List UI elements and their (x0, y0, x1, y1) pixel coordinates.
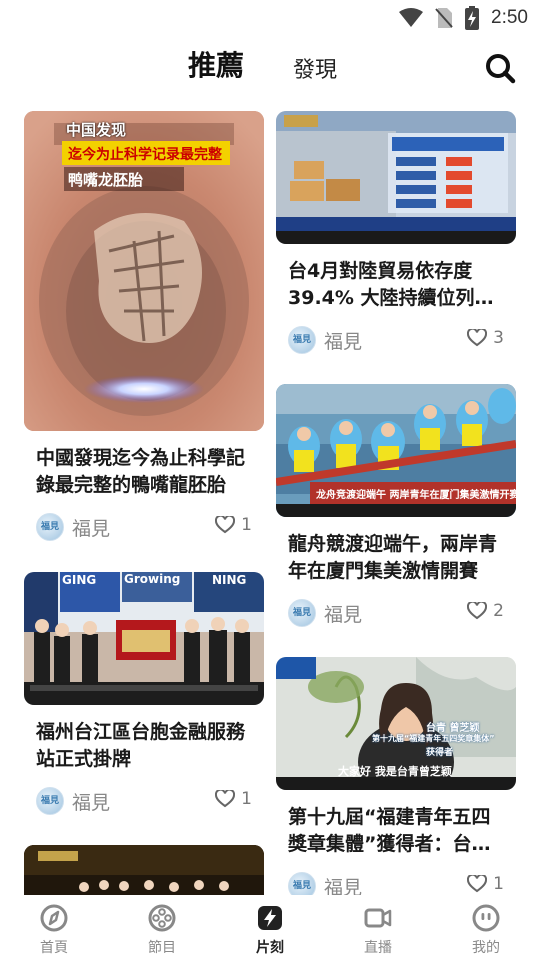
bottom-tab-bar: 首頁 節目 片刻 直播 我的 (0, 895, 540, 960)
video-title[interactable]: 台4月對陸貿易依存度39.4% 大陸持續位列台灣最大出口市場 (276, 258, 516, 312)
tab-label: 首頁 (40, 940, 68, 956)
video-card[interactable] (24, 845, 264, 895)
video-card[interactable]: 台4月對陸貿易依存度39.4% 大陸持續位列台灣最大出口市場 福見 福見 3 (276, 111, 516, 358)
status-icons: 2:50 (399, 6, 528, 30)
tab-discover[interactable]: 發現 (293, 52, 337, 84)
heart-icon (467, 875, 488, 893)
like-count: 3 (493, 328, 504, 348)
author-name[interactable]: 福見 (324, 873, 362, 895)
lightning-icon (258, 906, 282, 930)
top-header: 推薦 發現 (0, 36, 540, 100)
video-camera-icon (364, 908, 392, 928)
tab-moments[interactable]: 片刻 (216, 895, 324, 960)
status-bar: 2:50 (0, 0, 540, 36)
author-avatar[interactable]: 福見 (288, 326, 316, 354)
author-name[interactable]: 福見 (324, 600, 362, 627)
heart-icon (215, 516, 236, 534)
card-meta: 福見 福見 2 (276, 599, 516, 631)
tab-live[interactable]: 直播 (324, 895, 432, 960)
overlay-caption: Growing (124, 572, 181, 586)
heart-icon (467, 329, 488, 347)
author-avatar[interactable]: 福見 (36, 787, 64, 815)
stage-image (24, 845, 264, 895)
tab-profile[interactable]: 我的 (432, 895, 540, 960)
author-avatar[interactable]: 福見 (288, 872, 316, 895)
like-count: 1 (493, 874, 504, 894)
overlay-caption: GING (62, 573, 97, 587)
video-feed[interactable]: 中国发现 迄今为止科学记录最完整 鸭嘴龙胚胎 中國發現迄今為止科學記錄最完整的鴨… (0, 100, 540, 895)
heart-icon (467, 602, 488, 620)
author-name[interactable]: 福見 (72, 788, 110, 815)
author-name[interactable]: 福見 (72, 514, 110, 541)
tab-programs[interactable]: 節目 (108, 895, 216, 960)
overlay-caption: 台青 曾芝颖 (426, 723, 480, 734)
video-title[interactable]: 第十九屆“福建青年五四獎章集體”獲得者：台青曾芝穎 (276, 804, 516, 858)
video-card[interactable]: 台青 曾芝颖 第十九届“福建青年五四奖章集体” 获得者 大家好 我是台青曾芝颖 … (276, 657, 516, 895)
video-title[interactable]: 福州台江區台胞金融服務站正式掛牌 (24, 719, 264, 773)
like-count: 2 (493, 601, 504, 621)
overlay-caption: NING (212, 573, 247, 587)
tab-recommend[interactable]: 推薦 (188, 44, 244, 84)
video-thumbnail[interactable] (276, 111, 516, 244)
video-card[interactable]: 中国发现 迄今为止科学记录最完整 鸭嘴龙胚胎 中國發現迄今為止科學記錄最完整的鴨… (24, 111, 264, 545)
author-avatar[interactable]: 福見 (36, 513, 64, 541)
overlay-caption: 迄今为止科学记录最完整 (68, 147, 222, 163)
like-button[interactable]: 2 (467, 601, 504, 621)
video-title[interactable]: 中國發現迄今為止科學記錄最完整的鴨嘴龍胚胎 (24, 445, 264, 499)
overlay-caption: 第十九届“福建青年五四奖章集体” (372, 734, 495, 743)
card-meta: 福見 福見 1 (276, 872, 516, 895)
no-sim-icon (435, 8, 453, 28)
smiley-face-icon (472, 904, 500, 932)
overlay-caption: 龙舟竞渡迎端午 两岸青年在厦门集美激情开赛 (316, 490, 516, 501)
battery-charging-icon (465, 6, 480, 30)
like-count: 1 (241, 515, 252, 535)
video-thumbnail[interactable]: 龙舟竞渡迎端午 两岸青年在厦门集美激情开赛 (276, 384, 516, 517)
tab-label: 片刻 (256, 940, 284, 956)
like-count: 1 (241, 789, 252, 809)
video-thumbnail[interactable] (24, 845, 264, 895)
tab-label: 直播 (364, 940, 392, 956)
author-name[interactable]: 福見 (324, 327, 362, 354)
overlay-caption: 鸭嘴龙胚胎 (68, 171, 144, 189)
trade-infographic-image (276, 111, 516, 244)
search-button[interactable] (484, 52, 516, 84)
like-button[interactable]: 1 (215, 789, 252, 809)
video-thumbnail[interactable]: GING Growing NING (24, 572, 264, 705)
card-meta: 福見 福見 1 (24, 787, 264, 819)
video-card[interactable]: 龙舟竞渡迎端午 两岸青年在厦门集美激情开赛 龍舟競渡迎端午，兩岸青年在廈門集美激… (276, 384, 516, 631)
tab-home[interactable]: 首頁 (0, 895, 108, 960)
video-card[interactable]: GING Growing NING 福州台江區台胞金融服務站正式掛牌 福見 福見… (24, 572, 264, 819)
like-button[interactable]: 1 (215, 515, 252, 535)
tab-label: 我的 (472, 940, 500, 956)
video-title[interactable]: 龍舟競渡迎端午，兩岸青年在廈門集美激情開賽 (276, 531, 516, 585)
tab-label: 節目 (148, 940, 176, 956)
video-thumbnail[interactable]: 中国发现 迄今为止科学记录最完整 鸭嘴龙胚胎 (24, 111, 264, 431)
overlay-caption: 中国发现 (66, 121, 127, 139)
clock: 2:50 (491, 7, 528, 28)
ceremony-image (24, 572, 264, 705)
overlay-caption: 大家好 我是台青曾芝颖 (338, 765, 452, 778)
author-avatar[interactable]: 福見 (288, 599, 316, 627)
film-reel-icon (148, 904, 176, 932)
search-icon (486, 54, 516, 84)
card-meta: 福見 福見 1 (24, 513, 264, 545)
compass-icon (40, 904, 68, 932)
heart-icon (215, 790, 236, 808)
wifi-icon (399, 8, 424, 27)
like-button[interactable]: 3 (467, 328, 504, 348)
like-button[interactable]: 1 (467, 874, 504, 894)
video-thumbnail[interactable]: 台青 曾芝颖 第十九届“福建青年五四奖章集体” 获得者 大家好 我是台青曾芝颖 (276, 657, 516, 790)
overlay-caption: 获得者 (426, 748, 454, 758)
card-meta: 福見 福見 3 (276, 326, 516, 358)
